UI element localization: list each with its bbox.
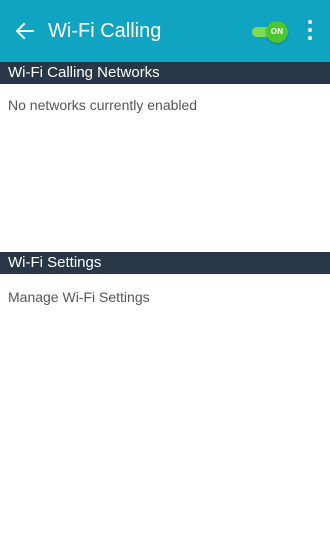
toggle-thumb: ON [266, 21, 288, 43]
section-header-networks: Wi-Fi Calling Networks [0, 62, 330, 84]
back-button[interactable] [14, 20, 36, 42]
toggle-state-label: ON [270, 27, 284, 36]
section-header-wifi-settings: Wi-Fi Settings [0, 252, 330, 274]
page-title: Wi-Fi Calling [48, 20, 162, 42]
more-vertical-icon-dot [308, 36, 312, 40]
more-vertical-icon [308, 20, 312, 24]
more-options-button[interactable] [304, 20, 316, 42]
more-vertical-icon-dot [308, 28, 312, 32]
wifi-calling-toggle[interactable]: ON [252, 21, 288, 43]
arrow-left-icon [15, 22, 34, 40]
app-bar: Wi-Fi Calling ON [0, 0, 330, 62]
networks-empty-message: No networks currently enabled [8, 97, 198, 113]
manage-wifi-settings-item[interactable]: Manage Wi-Fi Settings [8, 288, 150, 306]
